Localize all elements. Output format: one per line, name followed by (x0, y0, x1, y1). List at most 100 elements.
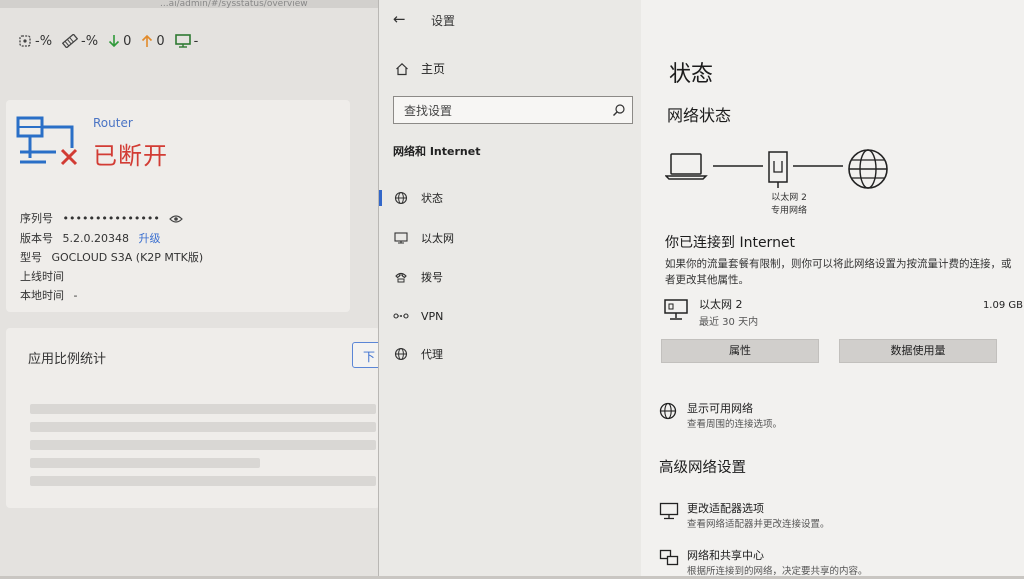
internet-globe-icon (848, 149, 888, 189)
cpu-icon (19, 35, 31, 47)
laptop-icon (665, 153, 708, 180)
loading-placeholder (30, 422, 376, 432)
serial-label: 序列号 (20, 212, 53, 225)
uptime-row: 上线时间 (20, 268, 70, 284)
nav-item-label: VPN (421, 309, 444, 323)
search-icon[interactable] (612, 103, 626, 117)
usage-toggle-button[interactable]: 下 (352, 342, 380, 368)
settings-content-pane: 状态 网络状态 以太网 2 专用网络 你已连接到 Internet 如果你的流量… (641, 0, 1024, 579)
search-input[interactable]: 查找设置 (393, 96, 633, 124)
cpu-status: -% (18, 34, 52, 49)
network-status-diagram (665, 149, 888, 189)
adapter-diagram-network-type: 专用网络 (770, 206, 807, 216)
properties-button[interactable]: 属性 (661, 339, 819, 363)
advanced-settings-heading: 高级网络设置 (659, 460, 746, 476)
ethernet-monitor-icon (664, 299, 688, 320)
adapter-diagram-label: 以太网 2 专用网络 (759, 192, 819, 218)
sharing-center-icon (659, 549, 679, 566)
address-bar-fragment: ...ai/admin/#/sysstatus/overview (0, 0, 380, 8)
uptime-label: 上线时间 (20, 270, 64, 283)
loading-placeholder (30, 476, 376, 486)
download-status: 0 (108, 34, 131, 49)
nav-item-status[interactable]: 状态 (379, 182, 641, 214)
nav-item-vpn[interactable]: VPN (379, 300, 641, 332)
ethernet-icon (394, 232, 408, 244)
settings-nav-pane: ← 设置 主页 查找设置 网络和 Internet 状态 以太网 拨号 VPN (379, 0, 641, 576)
upload-status: 0 (141, 33, 165, 49)
local-time-row: 本地时间 - (20, 287, 77, 303)
arrow-up-icon (142, 34, 153, 47)
loading-placeholder (30, 404, 376, 414)
adapter-usage-row[interactable]: 以太网 2 最近 30 天内 1.09 GB (663, 296, 1023, 330)
memory-icon (62, 34, 79, 48)
section-title: 网络和 Internet (393, 145, 481, 158)
model-label: 型号 (20, 251, 42, 264)
nav-item-ethernet[interactable]: 以太网 (379, 222, 641, 254)
status-bar: -% -% 0 0 - (18, 30, 198, 52)
nav-item-dialup[interactable]: 拨号 (379, 261, 641, 293)
loading-placeholder (30, 458, 260, 468)
connected-heading: 你已连接到 Internet (665, 235, 796, 251)
version-label: 版本号 (20, 232, 53, 245)
version-value: 5.2.0.20348 (62, 232, 129, 245)
eye-icon[interactable] (169, 214, 184, 224)
serial-value: ••••••••••••••• (62, 212, 160, 225)
page-title: 状态 (669, 62, 714, 87)
change-adapter-title: 更改适配器选项 (687, 502, 764, 515)
vpn-icon (393, 313, 409, 319)
back-button[interactable]: ← (393, 10, 406, 28)
nav-item-proxy[interactable]: 代理 (379, 338, 641, 370)
search-placeholder: 查找设置 (404, 104, 453, 118)
download-value: 0 (123, 33, 132, 49)
adapter-period: 最近 30 天内 (699, 317, 759, 328)
show-networks-title: 显示可用网络 (687, 402, 753, 415)
adapter-monitor-icon (659, 502, 679, 520)
monitor-icon (174, 34, 191, 48)
globe-status-icon (394, 191, 408, 205)
proxy-globe-icon (394, 347, 408, 361)
memory-status: -% (62, 34, 98, 49)
home-label: 主页 (421, 62, 446, 76)
adapter-name: 以太网 2 (699, 298, 743, 311)
adapter-diagram-name: 以太网 2 (771, 193, 807, 203)
upgrade-link[interactable]: 升级 (138, 232, 160, 245)
model-value: GOCLOUD S3A (K2P MTK版) (51, 251, 204, 264)
router-name: Router (93, 116, 133, 130)
serial-row: 序列号 ••••••••••••••• (20, 210, 184, 226)
arrow-down-icon (109, 35, 120, 48)
settings-window: ← 设置 主页 查找设置 网络和 Internet 状态 以太网 拨号 VPN (378, 0, 1024, 579)
cpu-value: -% (35, 33, 53, 49)
local-time-value: - (73, 289, 78, 302)
version-row: 版本号 5.2.0.20348 升级 (20, 230, 160, 246)
loading-placeholder (30, 440, 376, 450)
window-title: 设置 (431, 14, 456, 28)
change-adapter-options-link[interactable]: 更改适配器选项 查看网络适配器并更改连接设置。 (659, 500, 979, 532)
nav-item-label: 拨号 (421, 271, 443, 284)
show-networks-subtitle: 查看周围的连接选项。 (687, 419, 783, 430)
usage-stats-title: 应用比例统计 (28, 352, 107, 367)
phone-icon (395, 272, 407, 283)
globe-network-icon (659, 402, 677, 420)
adapter-data-usage: 1.09 GB (982, 300, 1023, 311)
network-status-heading: 网络状态 (667, 106, 732, 125)
usage-stats-card: 应用比例统计 下 (6, 328, 380, 508)
show-available-networks-link[interactable]: 显示可用网络 查看周围的连接选项。 (659, 400, 959, 432)
ethernet-adapter-icon (768, 151, 788, 188)
data-usage-button[interactable]: 数据使用量 (839, 339, 997, 363)
router-state: 已断开 (93, 142, 168, 170)
nav-item-label: 以太网 (421, 232, 454, 245)
home-nav-item[interactable]: 主页 (395, 60, 445, 77)
nav-item-label: 状态 (421, 192, 443, 205)
network-sharing-center-link[interactable]: 网络和共享中心 根据所连接到的网络，决定要共享的内容。 (659, 547, 979, 579)
connected-description: 如果你的流量套餐有限制，则你可以将此网络设置为按流量计费的连接，或者更改其他属性… (665, 258, 1012, 286)
local-time-label: 本地时间 (20, 289, 64, 302)
router-disconnected-icon (16, 116, 78, 166)
home-icon (396, 62, 408, 75)
router-admin-page: ...ai/admin/#/sysstatus/overview -% -% 0… (0, 0, 380, 576)
model-row: 型号 GOCLOUD S3A (K2P MTK版) (20, 249, 203, 265)
sharing-center-subtitle: 根据所连接到的网络，决定要共享的内容。 (687, 566, 868, 577)
router-card: Router 已断开 序列号 ••••••••••••••• 版本号 5.2.0… (6, 100, 350, 312)
connection-value: - (193, 33, 199, 49)
upload-value: 0 (156, 33, 165, 49)
sharing-center-title: 网络和共享中心 (687, 549, 764, 562)
